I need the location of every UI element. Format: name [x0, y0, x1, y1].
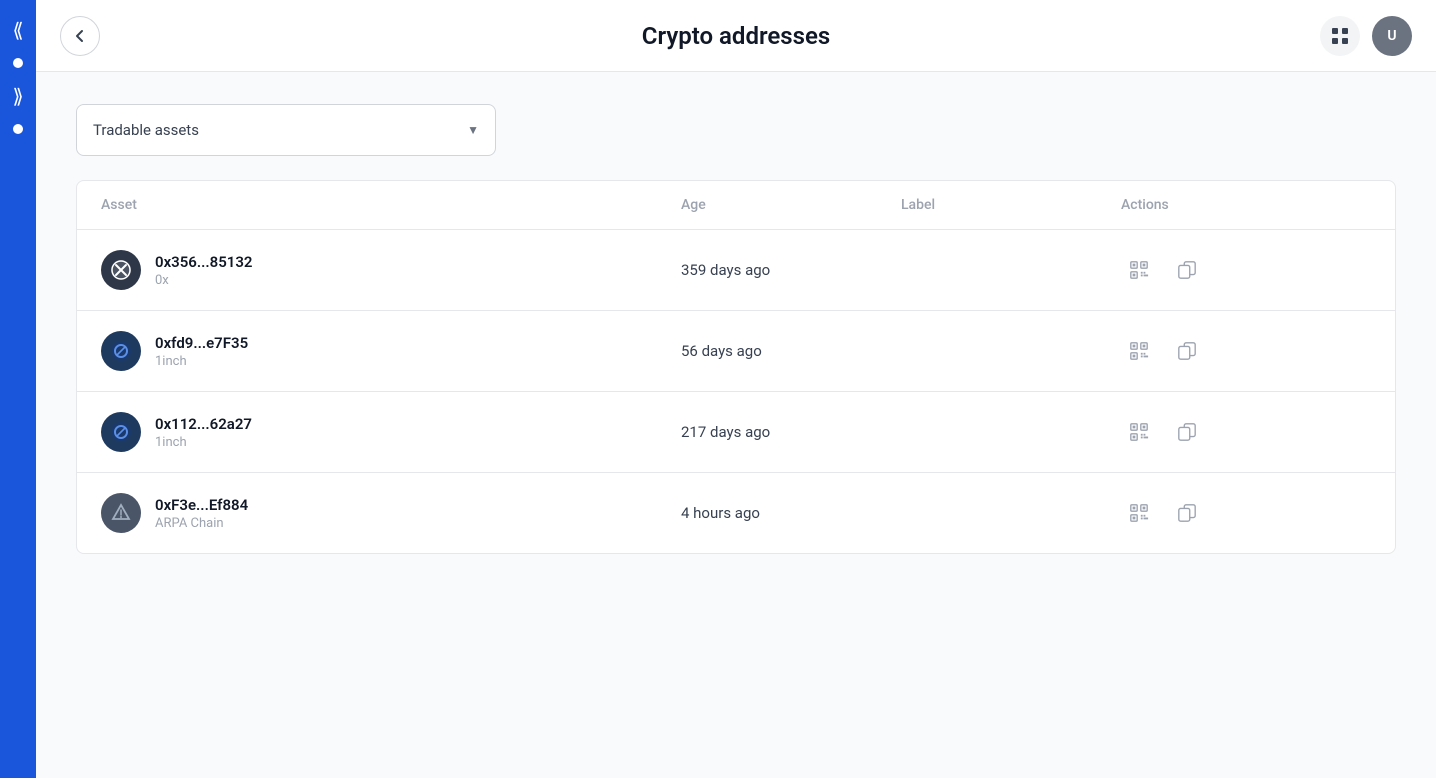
address-3: 0x112...62a27 [155, 415, 252, 433]
copy-button-4[interactable] [1169, 495, 1205, 531]
actions-1 [1121, 252, 1371, 288]
sidebar-bracket-mid: ⟫ [12, 84, 23, 108]
asset-icon-3 [101, 412, 141, 452]
qr-code-button-2[interactable] [1121, 333, 1157, 369]
copy-button-3[interactable] [1169, 414, 1205, 450]
column-age: Age [681, 197, 901, 213]
header-actions: U [1320, 16, 1412, 56]
qr-code-button-1[interactable] [1121, 252, 1157, 288]
asset-icon-1 [101, 250, 141, 290]
qr-code-button-3[interactable] [1121, 414, 1157, 450]
address-2: 0xfd9...e7F35 [155, 334, 248, 352]
address-4: 0xF3e...Ef884 [155, 496, 248, 514]
asset-icon-4 [101, 493, 141, 533]
dropdown-arrow-icon: ▼ [467, 123, 479, 137]
sidebar-dot-1 [13, 58, 23, 68]
chain-1: 0x [155, 273, 253, 288]
asset-cell-3: 0x112...62a27 1inch [101, 412, 681, 452]
grid-icon-button[interactable] [1320, 16, 1360, 56]
age-2: 56 days ago [681, 342, 901, 360]
user-avatar[interactable]: U [1372, 16, 1412, 56]
page-title: Crypto addresses [642, 22, 830, 50]
table-header: Asset Age Label Actions [77, 181, 1395, 230]
chain-4: ARPA Chain [155, 516, 248, 531]
age-1: 359 days ago [681, 261, 901, 279]
sidebar: ⟪ ⟫ [0, 0, 36, 778]
back-button[interactable] [60, 16, 100, 56]
addresses-table: Asset Age Label Actions 0x356...85132 [76, 180, 1396, 554]
filter-dropdown-container: Tradable assets ▼ [76, 104, 1396, 156]
qr-code-button-4[interactable] [1121, 495, 1157, 531]
chain-2: 1inch [155, 354, 248, 369]
table-row: 0xF3e...Ef884 ARPA Chain 4 hours ago [77, 473, 1395, 553]
actions-4 [1121, 495, 1371, 531]
age-4: 4 hours ago [681, 504, 901, 522]
header: Crypto addresses U [36, 0, 1436, 72]
asset-filter-dropdown[interactable]: Tradable assets ▼ [76, 104, 496, 156]
asset-cell-1: 0x356...85132 0x [101, 250, 681, 290]
sidebar-dot-2 [13, 124, 23, 134]
column-asset: Asset [101, 197, 681, 213]
chain-3: 1inch [155, 435, 252, 450]
column-actions: Actions [1121, 197, 1371, 213]
main-content: Tradable assets ▼ Asset Age Label Action… [36, 72, 1436, 778]
copy-button-2[interactable] [1169, 333, 1205, 369]
copy-button-1[interactable] [1169, 252, 1205, 288]
asset-cell-4: 0xF3e...Ef884 ARPA Chain [101, 493, 681, 533]
actions-3 [1121, 414, 1371, 450]
table-row: 0x356...85132 0x 359 days ago [77, 230, 1395, 311]
asset-info-3: 0x112...62a27 1inch [155, 415, 252, 450]
actions-2 [1121, 333, 1371, 369]
table-row: 0xfd9...e7F35 1inch 56 days ago [77, 311, 1395, 392]
age-3: 217 days ago [681, 423, 901, 441]
dropdown-label: Tradable assets [93, 121, 199, 139]
asset-icon-2 [101, 331, 141, 371]
asset-info-2: 0xfd9...e7F35 1inch [155, 334, 248, 369]
asset-info-1: 0x356...85132 0x [155, 253, 253, 288]
sidebar-bracket-top: ⟪ [12, 18, 23, 42]
asset-info-4: 0xF3e...Ef884 ARPA Chain [155, 496, 248, 531]
column-label: Label [901, 197, 1121, 213]
address-1: 0x356...85132 [155, 253, 253, 271]
table-row: 0x112...62a27 1inch 217 days ago [77, 392, 1395, 473]
asset-cell-2: 0xfd9...e7F35 1inch [101, 331, 681, 371]
